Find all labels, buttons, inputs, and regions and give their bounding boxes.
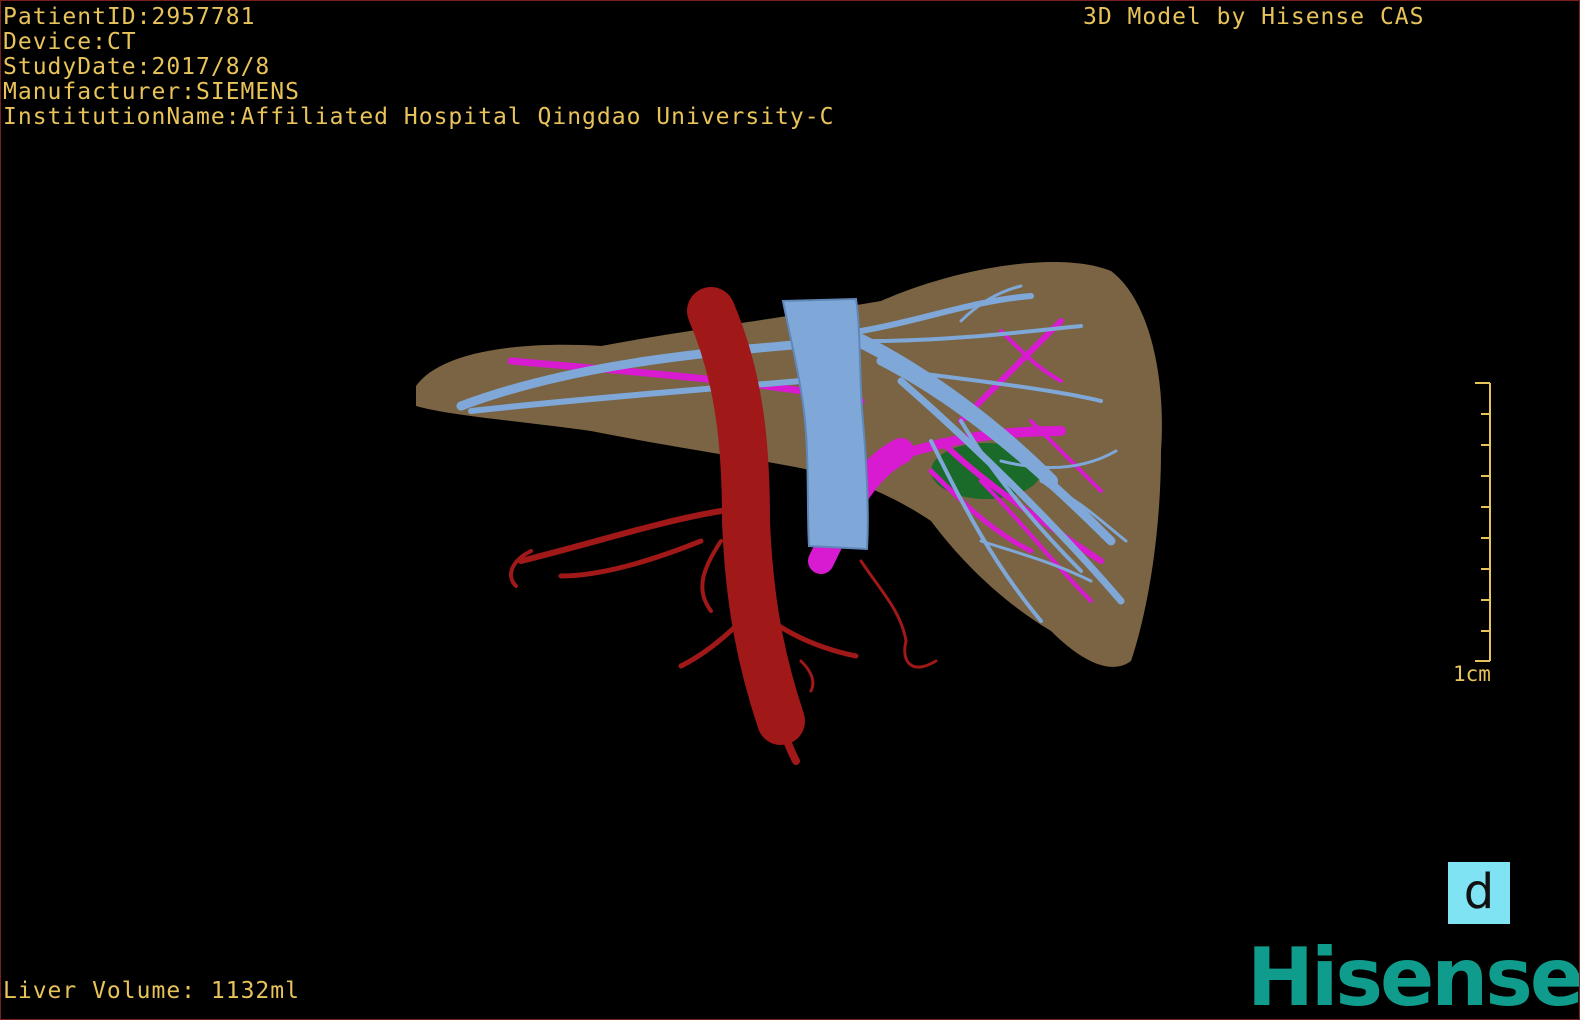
patient-id-line: PatientID: 2957781 — [3, 5, 834, 30]
liver-volume-value: 1132ml — [210, 978, 300, 1004]
device-value: CT — [106, 29, 137, 55]
liver-volume-label: Liver Volume: — [3, 978, 197, 1004]
manufacturer-line: Manufacturer: SIEMENS — [3, 80, 834, 105]
study-date-line: StudyDate: 2017/8/8 — [3, 55, 834, 80]
3d-viewport[interactable]: PatientID: 2957781 Device: CT StudyDate: 20… — [0, 0, 1580, 1020]
3d-model-render[interactable] — [1, 1, 1579, 1019]
patient-id-label: PatientID: — [3, 4, 152, 30]
liver-volume-readout: Liver Volume: 1132ml — [3, 979, 300, 1004]
device-line: Device: CT — [3, 30, 834, 55]
view-orientation-button[interactable]: d — [1448, 862, 1510, 924]
scale-bar — [1475, 382, 1491, 662]
device-label: Device: — [3, 29, 107, 55]
manufacturer-label: Manufacturer: — [3, 79, 197, 105]
institution-value: Affiliated Hospital Qingdao University-C — [240, 104, 835, 130]
patient-info-overlay: PatientID: 2957781 Device: CT StudyDate: 20… — [3, 5, 834, 130]
study-date-label: StudyDate: — [3, 54, 152, 80]
institution-line: InstitutionName: Affiliated Hospital Qing… — [3, 105, 834, 130]
scale-label: 1cm — [1453, 662, 1491, 686]
hisense-logo: Hisense — [1247, 931, 1580, 1020]
model-credit: 3D Model by Hisense CAS — [1083, 4, 1425, 30]
manufacturer-value: SIEMENS — [196, 79, 300, 105]
study-date-value: 2017/8/8 — [151, 54, 271, 80]
patient-id-value: 2957781 — [151, 4, 256, 30]
institution-label: InstitutionName: — [3, 104, 241, 130]
